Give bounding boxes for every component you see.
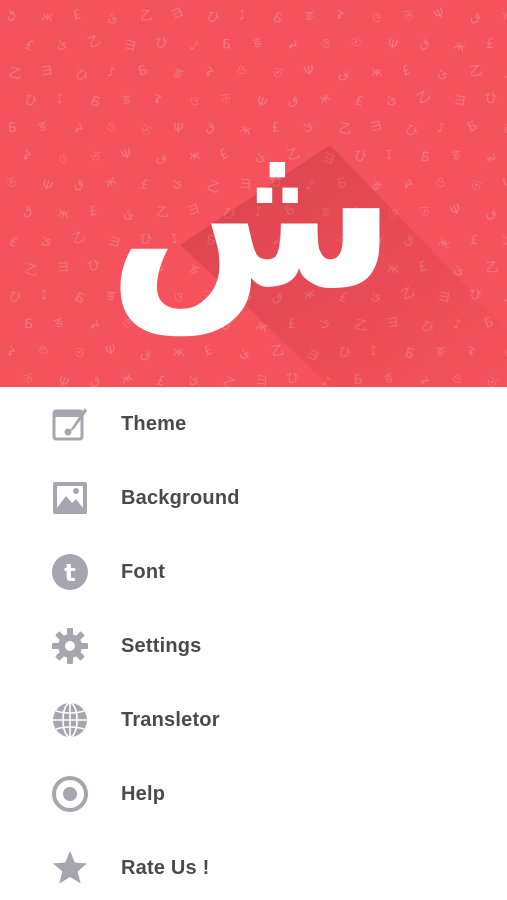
pattern-glyph: ᖨ <box>404 177 414 193</box>
pattern-glyph: Б <box>222 37 232 53</box>
menu-item-label: Rate Us ! <box>121 856 210 879</box>
menu-item-label: Font <box>121 560 166 583</box>
menu-item-settings[interactable]: Settings <box>0 609 507 683</box>
pattern-glyph: ئ <box>57 37 67 52</box>
pattern-glyph: ヨ <box>255 373 269 387</box>
pattern-glyph: ق <box>469 9 481 25</box>
pattern-glyph: Б <box>8 121 17 136</box>
help-icon <box>51 775 89 813</box>
pattern-glyph: ヨ <box>39 63 54 80</box>
menu-item-label: Theme <box>121 412 187 435</box>
pattern-glyph: Б <box>24 317 33 332</box>
pattern-glyph: £ <box>470 233 479 249</box>
pattern-glyph: ত <box>402 8 415 24</box>
pattern-glyph: ж <box>41 9 55 25</box>
menu-item-theme[interactable]: Theme <box>0 387 507 461</box>
menu-item-label: Help <box>121 782 166 805</box>
drawer-menu: Theme Background t Font Settings Transle… <box>0 387 507 900</box>
pattern-glyph: ヨ <box>56 260 70 276</box>
pattern-glyph: ও <box>320 36 331 52</box>
pattern-glyph: ত <box>419 205 431 220</box>
menu-item-label: Background <box>121 486 240 509</box>
drawer-header: قж£ئ乙ヨひ♪БङᖨওতΨقж£ئ乙ヨひ♪БङᖨওতΨقж£ئ乙ヨひ♪Бङᖨও… <box>0 0 507 387</box>
gear-icon <box>51 627 89 665</box>
theme-icon <box>51 405 89 443</box>
menu-item-font[interactable]: t Font <box>0 535 507 609</box>
navigation-drawer: قж£ئ乙ヨひ♪БङᖨওতΨقж£ئ乙ヨひ♪БङᖨওতΨقж£ئ乙ヨひ♪Бङᖨও… <box>0 0 507 900</box>
pattern-glyph: ङ <box>304 9 315 25</box>
image-icon <box>51 479 89 517</box>
pattern-glyph: 乙 <box>270 343 285 360</box>
star-icon <box>51 849 89 887</box>
pattern-glyph: ᖨ <box>7 344 17 360</box>
pattern-glyph: ق <box>73 176 84 192</box>
logo-glyph: ش <box>107 90 397 336</box>
pattern-glyph: ق <box>90 373 100 387</box>
menu-item-rate-us[interactable]: Rate Us ! <box>0 831 507 900</box>
menu-item-label: Transletor <box>121 708 220 731</box>
pattern-glyph: ئ <box>41 233 52 249</box>
pattern-glyph: ♪ <box>437 121 446 136</box>
pattern-glyph: ひ <box>7 289 22 306</box>
pattern-glyph: 乙 <box>140 9 154 24</box>
pattern-glyph: ত <box>89 149 101 165</box>
pattern-glyph: Ψ <box>502 176 507 192</box>
pattern-glyph: 乙 <box>468 63 483 80</box>
pattern-glyph: 乙 <box>485 260 499 276</box>
svg-text:t: t <box>64 559 75 587</box>
pattern-glyph: £ <box>486 37 494 52</box>
menu-item-translator[interactable]: Transletor <box>0 683 507 757</box>
menu-item-label: Settings <box>121 634 202 657</box>
pattern-glyph: ヨ <box>453 93 468 109</box>
pattern-glyph: ひ <box>154 35 169 52</box>
menu-item-help[interactable]: Help <box>0 757 507 831</box>
pattern-glyph: ひ <box>24 93 39 109</box>
globe-icon <box>51 701 89 739</box>
pattern-glyph: ж <box>371 65 383 80</box>
pattern-glyph: ᖨ <box>205 64 214 80</box>
font-icon: t <box>51 553 89 591</box>
menu-item-background[interactable]: Background <box>0 461 507 535</box>
header-banner: قж£ئ乙ヨひ♪БङᖨওতΨقж£ئ乙ヨひ♪БङᖨওতΨقж£ئ乙ヨひ♪Бङᖨও… <box>0 0 507 387</box>
pattern-glyph: ж <box>173 345 185 360</box>
pattern-glyph: ♪ <box>107 65 117 81</box>
